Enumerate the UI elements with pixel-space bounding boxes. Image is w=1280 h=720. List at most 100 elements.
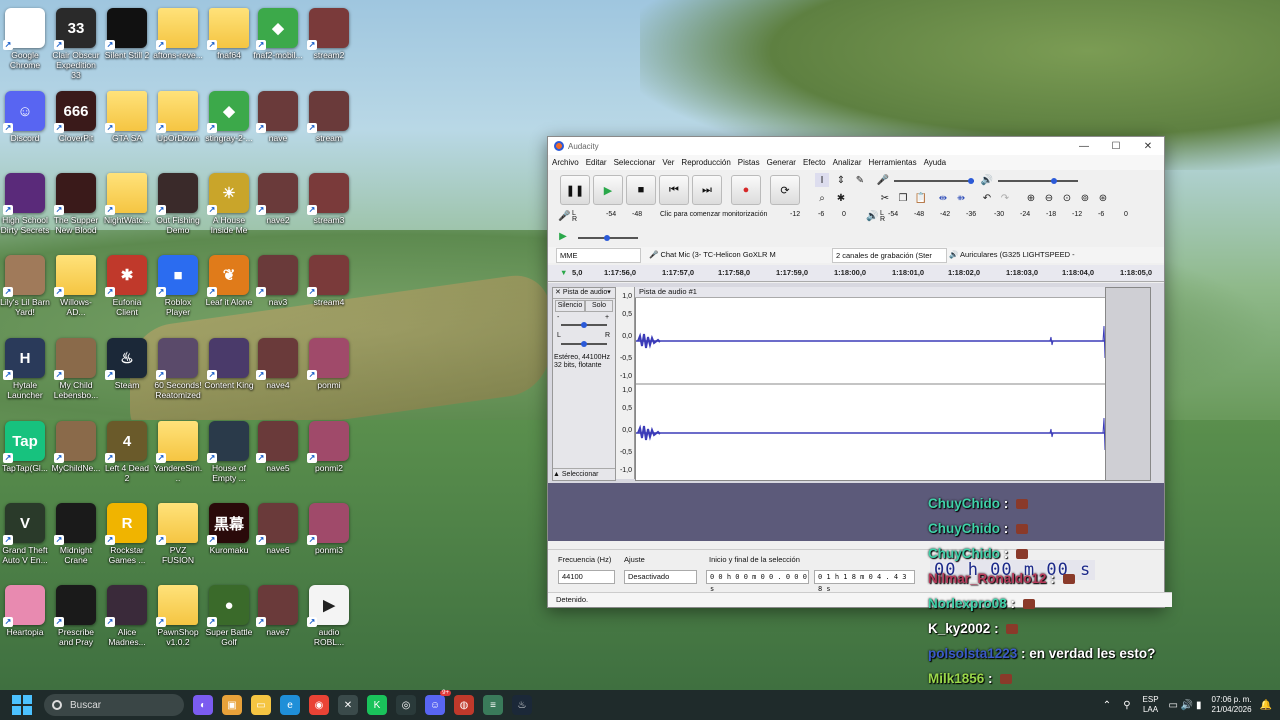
desktop-icon[interactable]: ↗ Out Fishing Demo (153, 173, 203, 235)
chrome-icon[interactable]: ◉ (309, 695, 329, 715)
desktop-icon[interactable]: R ↗ Rockstar Games ... (102, 503, 152, 565)
desktop-icon[interactable]: ✱ ↗ Eufonia Client (102, 255, 152, 317)
menu-item[interactable]: Pistas (738, 158, 760, 167)
zoom-toggle-icon[interactable]: ⊛ (1096, 191, 1110, 205)
skip-end-button[interactable]: ⏭ (692, 175, 722, 205)
desktop-icon[interactable]: ■ ↗ Roblox Player (153, 255, 203, 317)
steam-icon[interactable]: ♨ (512, 695, 532, 715)
zoom-out-icon[interactable]: ⊖ (1042, 191, 1056, 205)
monitor-hint[interactable]: Clic para comenzar monitorización (660, 211, 767, 218)
desktop-icon[interactable]: H ↗ Hytale Launcher (0, 338, 50, 400)
silence-icon[interactable]: ⇻ (954, 191, 968, 205)
desktop-icon[interactable]: ↗ My Child Lebensbo... (51, 338, 101, 400)
skip-start-button[interactable]: ⏮ (659, 175, 689, 205)
desktop-icon[interactable]: ↗ YandereSim... (153, 421, 203, 483)
desktop-icon[interactable]: ↗ nav3 (253, 255, 303, 307)
desktop-icon[interactable]: ❦ ↗ Leaf it Alone (204, 255, 254, 307)
desktop-icon[interactable]: ↗ 60 Seconds! Reatomized (153, 338, 203, 400)
gain-knob[interactable] (581, 322, 587, 328)
fit-project-icon[interactable]: ⊚ (1078, 191, 1092, 205)
trim-icon[interactable]: ⇹ (936, 191, 950, 205)
pan-knob[interactable] (581, 341, 587, 347)
track-close-icon[interactable]: ✕ (555, 289, 561, 296)
envelope-tool-icon[interactable]: ⇕ (834, 173, 848, 187)
recording-volume-slider[interactable] (894, 180, 974, 182)
play-at-speed-icon[interactable]: ▶ (556, 229, 570, 243)
desktop-icon[interactable]: ↗ UpOrDown (153, 91, 203, 143)
desktop-icon[interactable]: 666 ↗ CloverPit (51, 91, 101, 143)
select-track-button[interactable]: ▲ Seleccionar (553, 468, 615, 480)
desktop-icon[interactable]: ◆ ↗ fnaf2-mobil... (253, 8, 303, 60)
desktop-icon[interactable]: ↗ House of Empty ... (204, 421, 254, 483)
menu-item[interactable]: Archivo (552, 158, 579, 167)
desktop-icon[interactable]: ↗ fnaf64 (204, 8, 254, 60)
multi-tool-icon[interactable]: ✱ (834, 191, 848, 205)
desktop-icon[interactable]: ↗ NightWatc... (102, 173, 152, 225)
desktop-icon[interactable]: ↗ nave5 (253, 421, 303, 473)
desktop-icon[interactable]: ↗ ponmi3 (304, 503, 354, 555)
desktop-icon[interactable]: ↗ Silent Still 2 (102, 8, 152, 60)
recording-device-select[interactable]: 🎤 Chat Mic (3- TC-Helicon GoXLR M (646, 248, 829, 261)
desktop-icon[interactable]: ↗ PawnShop v1.0.2 (153, 585, 203, 647)
menu-item[interactable]: Ayuda (924, 158, 947, 167)
selection-end-field[interactable]: 0 1 h 1 8 m 0 4 . 4 3 8 s (814, 570, 915, 593)
desktop-icon[interactable]: ↗ nave2 (253, 173, 303, 225)
draw-tool-icon[interactable]: ✎ (853, 173, 867, 187)
capture-icon[interactable]: ✕ (338, 695, 358, 715)
desktop-icon[interactable]: 33 ↗ Clair Obscur Expedition 33 (51, 8, 101, 80)
play-button[interactable]: ▶ (593, 175, 623, 205)
app-red-icon[interactable]: ◍ (454, 695, 474, 715)
file-explorer-icon[interactable]: ▭ (251, 695, 271, 715)
desktop-icon[interactable]: ↗ Lily's Lil Barn Yard! (0, 255, 50, 317)
menu-item[interactable]: Herramientas (869, 158, 917, 167)
project-rate-select[interactable]: 44100 (558, 570, 615, 584)
desktop-icon[interactable]: ◉ ↗ Google Chrome (0, 8, 50, 70)
waveform-clip[interactable] (635, 287, 1107, 481)
track-menu[interactable]: ✕ Pista de audio▾ (553, 288, 615, 299)
paste-icon[interactable]: 📋 (914, 191, 928, 205)
desktop-icon[interactable]: ↗ Heartopia (0, 585, 50, 637)
bluetooth-icon[interactable]: ⚲ (1123, 700, 1130, 711)
desktop-icon[interactable]: ☺ ↗ Discord (0, 91, 50, 143)
undo-icon[interactable]: ↶ (980, 191, 994, 205)
desktop-icon[interactable]: 4 ↗ Left 4 Dead 2 (102, 421, 152, 483)
widgets-icon[interactable]: ▣ (222, 695, 242, 715)
app-green-icon[interactable]: K (367, 695, 387, 715)
playback-volume-slider[interactable] (998, 180, 1078, 182)
menu-item[interactable]: Seleccionar (614, 158, 656, 167)
desktop-icon[interactable]: ↗ ponmi2 (304, 421, 354, 473)
loop-button[interactable]: ⟳ (770, 175, 800, 205)
zoom-in-icon[interactable]: ⊕ (1024, 191, 1038, 205)
selection-start-field[interactable]: 0 0 h 0 0 m 0 0 . 0 0 0 s (706, 570, 809, 593)
desktop-icon[interactable]: ↗ ponmi (304, 338, 354, 390)
desktop-icon[interactable]: ↗ PVZ FUSION (153, 503, 203, 565)
playback-volume-knob[interactable] (1051, 178, 1057, 184)
menu-item[interactable]: Editar (586, 158, 607, 167)
desktop-icon[interactable]: ↗ aftons-reve... (153, 8, 203, 60)
clock[interactable]: 07:06 p. m. 21/04/2026 (1212, 695, 1252, 715)
mute-button[interactable]: Silencio (555, 300, 585, 312)
desktop-icon[interactable]: ↗ Alice Madnes... (102, 585, 152, 647)
close-icon[interactable]: ✕ (1132, 141, 1164, 152)
desktop-icon[interactable]: ↗ nave4 (253, 338, 303, 390)
vertical-scale[interactable]: 1,0 0,5 0,0 -0,5 -1,0 1,0 0,5 0,0 -0,5 -1,0 (616, 287, 635, 479)
clip-title[interactable]: Pista de audio #1 (635, 287, 1109, 298)
record-button[interactable]: ● (731, 175, 761, 205)
discord-icon[interactable]: ☺ 9+ (425, 690, 451, 715)
desktop-icon[interactable]: ↗ stream2 (304, 8, 354, 60)
desktop-icon[interactable]: ♨ ↗ Steam (102, 338, 152, 390)
menu-item[interactable]: Efecto (803, 158, 826, 167)
desktop-icon[interactable]: 黒幕 ↗ Kuromaku (204, 503, 254, 555)
desktop-icon[interactable]: ↗ Willows-AD... (51, 255, 101, 317)
playback-device-select[interactable]: 🔊 Auriculares (G325 LIGHTSPEED - (946, 248, 1135, 261)
desktop-icon[interactable]: ↗ stream4 (304, 255, 354, 307)
desktop-icon[interactable]: ↗ nave7 (253, 585, 303, 637)
selection-tool-icon[interactable]: I (815, 173, 829, 187)
notification-icon[interactable]: 🔔 (1260, 700, 1272, 711)
start-button[interactable] (12, 695, 32, 715)
redo-icon[interactable]: ↷ (998, 191, 1012, 205)
app-badge-icon[interactable]: ◎ (396, 695, 416, 715)
timeline-ruler[interactable]: ▼ 5,0 1:17:56,0 1:17:57,0 1:17:58,0 1:17:59,… (548, 265, 1164, 282)
desktop-icon[interactable]: ↗ stream (304, 91, 354, 143)
channels-select[interactable]: 2 canales de grabación (Ster (832, 248, 947, 263)
